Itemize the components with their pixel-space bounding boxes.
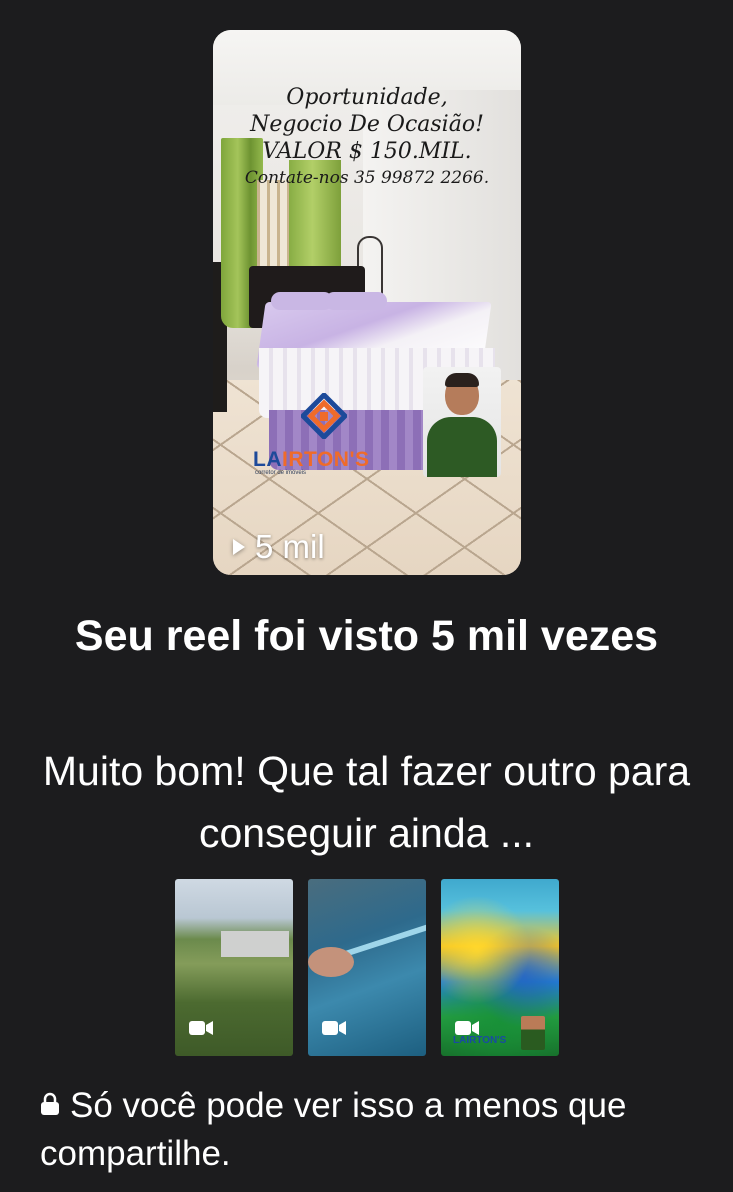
- reel-thumbnail[interactable]: [175, 879, 293, 1056]
- brand-name: LAIRTON'S: [253, 448, 370, 471]
- views-counter: 5 mil: [233, 528, 325, 566]
- reel-thumbnail[interactable]: LAIRTON'S: [441, 879, 559, 1056]
- reel-preview-card[interactable]: Oportunidade, Negocio De Ocasião! VALOR …: [213, 30, 521, 575]
- privacy-note: Só você pode ver isso a menos que compar…: [40, 1082, 680, 1178]
- pool-lane: [338, 879, 426, 960]
- lock-icon: [41, 1092, 59, 1115]
- video-camera-icon: [322, 1021, 346, 1035]
- subtitle: Muito bom! Que tal fazer outro para cons…: [42, 748, 691, 856]
- pillow: [325, 292, 387, 310]
- reel-thumbnail[interactable]: [308, 879, 426, 1056]
- brand-tagline: corretor de imóveis: [255, 470, 307, 476]
- overlay-line: Negocio De Ocasião!: [250, 112, 484, 137]
- house-logo-icon: [301, 393, 347, 439]
- agent-hair: [445, 373, 479, 387]
- pillow: [271, 292, 333, 310]
- reel-overlay-text: Oportunidade, Negocio De Ocasião! VALOR …: [213, 84, 521, 191]
- privacy-text: Só você pode ver isso a menos que compar…: [40, 1086, 627, 1173]
- overlay-line: VALOR $ 150.MIL.: [262, 139, 472, 164]
- thumbnail-house: [221, 931, 289, 957]
- page-title: Seu reel foi visto 5 mil vezes: [74, 612, 659, 660]
- thumbnail-agent: [521, 1016, 545, 1050]
- overlay-line: Oportunidade,: [286, 85, 448, 110]
- agent-photo: [423, 367, 501, 477]
- views-label: 5 mil: [255, 528, 325, 565]
- reel-thumbnails: LAIRTON'S: [175, 879, 559, 1056]
- video-camera-icon: [455, 1021, 479, 1035]
- swimmer: [308, 947, 354, 977]
- play-icon: [233, 539, 245, 555]
- agent-shirt: [427, 417, 497, 477]
- overlay-line: Contate-nos 35 99872 2266.: [244, 168, 490, 188]
- video-camera-icon: [189, 1021, 213, 1035]
